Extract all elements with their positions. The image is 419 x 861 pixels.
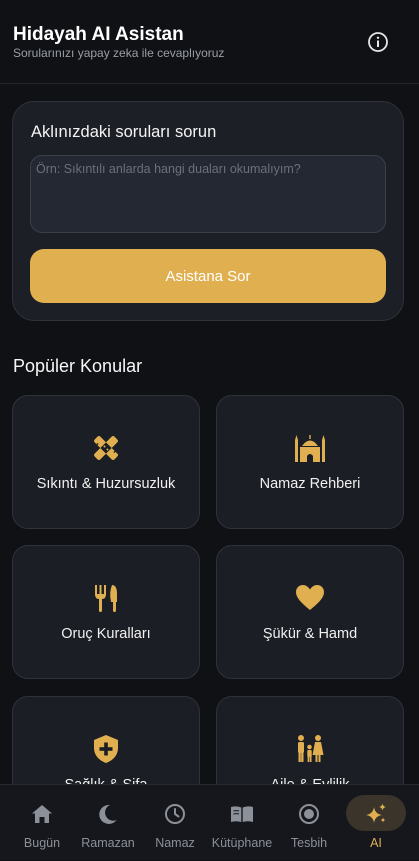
shield-plus-icon — [94, 735, 118, 763]
nav-item-namaz[interactable]: Namaz — [141, 785, 209, 861]
sparkles-icon — [366, 803, 386, 823]
topic-label: Namaz Rehberi — [259, 476, 361, 492]
bottom-navigation: Bugün Ramazan Namaz Kütüphane Tesbih AI — [0, 784, 419, 860]
radio-button-icon — [299, 804, 319, 824]
nav-item-ramazan[interactable]: Ramazan — [74, 785, 142, 861]
info-icon — [368, 32, 388, 52]
app-subtitle: Sorularınızı yapay zeka ile cevaplıyoruz — [13, 46, 225, 60]
family-icon — [298, 735, 324, 762]
app-title: Hidayah AI Asistan — [13, 24, 184, 45]
nav-label: Tesbih — [290, 836, 328, 850]
cutlery-icon — [95, 585, 117, 612]
nav-label: AI — [370, 836, 382, 850]
home-icon — [32, 805, 52, 823]
ask-card-title: Aklınızdaki soruları sorun — [31, 123, 217, 141]
popular-topics-title: Popüler Konular — [13, 356, 143, 376]
app-header: Hidayah AI Asistan Sorularınızı yapay ze… — [0, 0, 419, 84]
nav-label: Ramazan — [81, 836, 135, 850]
question-input[interactable]: Örn: Sıkıntılı anlarda hangi duaları oku… — [30, 155, 386, 233]
clock-icon — [165, 804, 185, 824]
topic-label: Sıkıntı & Huzursuzluk — [36, 476, 176, 492]
nav-label: Bugün — [23, 836, 61, 850]
mosque-icon — [295, 435, 325, 462]
book-icon — [231, 806, 253, 822]
question-input-placeholder: Örn: Sıkıntılı anlarda hangi duaları oku… — [36, 162, 301, 176]
topic-label: Şükür & Hamd — [262, 626, 358, 642]
info-button[interactable] — [367, 31, 389, 53]
ask-assistant-button[interactable]: Asistana Sor — [30, 249, 386, 303]
nav-item-bugun[interactable]: Bugün — [8, 785, 76, 861]
bandage-icon — [94, 436, 118, 460]
topic-card-sikinti[interactable]: Sıkıntı & Huzursuzluk — [12, 395, 200, 529]
ask-card: Aklınızdaki soruları sorun Örn: Sıkıntıl… — [12, 101, 404, 321]
topic-card-namaz[interactable]: Namaz Rehberi — [216, 395, 404, 529]
topic-card-sukur[interactable]: Şükür & Hamd — [216, 545, 404, 679]
nav-label: Namaz — [155, 836, 195, 850]
heart-icon — [296, 585, 324, 610]
nav-label: Kütüphane — [211, 836, 273, 850]
topic-label: Oruç Kuralları — [61, 626, 151, 642]
nav-item-tesbih[interactable]: Tesbih — [275, 785, 343, 861]
moon-icon — [99, 804, 117, 824]
nav-item-kutuphane[interactable]: Kütüphane — [208, 785, 276, 861]
nav-item-ai[interactable]: AI — [342, 785, 410, 861]
topic-card-oruc[interactable]: Oruç Kuralları — [12, 545, 200, 679]
